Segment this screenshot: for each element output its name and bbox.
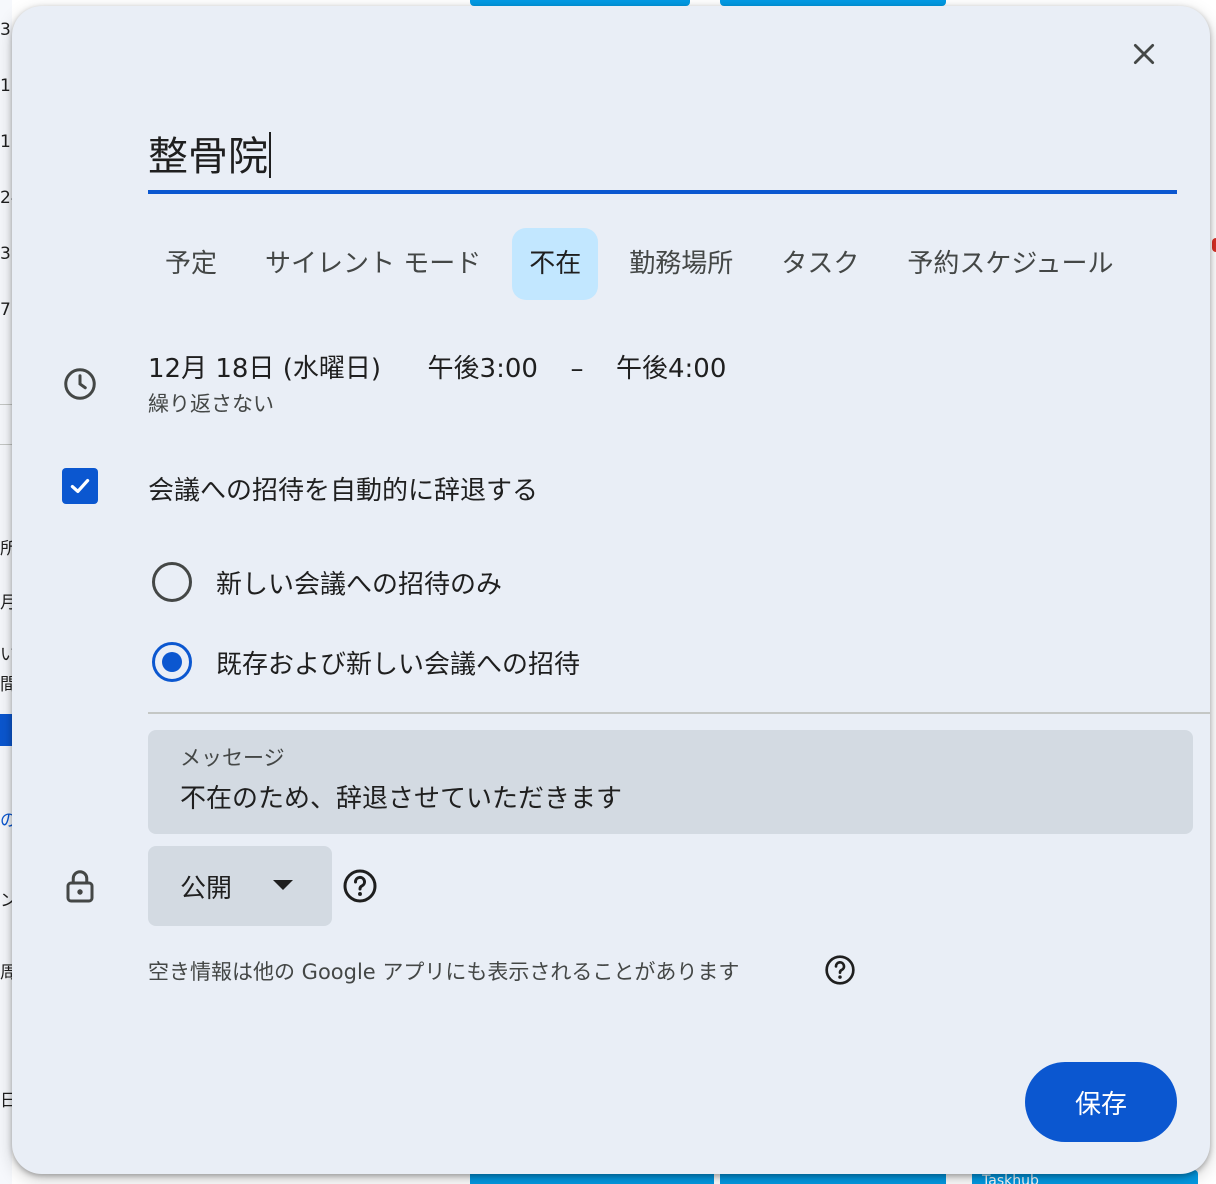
background-side-text: 月 [0, 593, 12, 613]
section-divider [148, 712, 1210, 714]
availability-help-button[interactable] [824, 954, 856, 990]
visibility-value: 公開 [180, 874, 233, 904]
message-field-label: メッセージ [180, 746, 285, 770]
title-input[interactable]: 整骨院 [148, 124, 268, 190]
message-input[interactable]: 不在のため、辞退させていただきます [180, 778, 622, 815]
background-calendar-left-strip: 3 10 17 24 3 7 所 月 い 間 の ン 周 日 [0, 0, 12, 1184]
radio-existing-and-new-invites-label[interactable]: 既存および新しい会議への招待 [216, 644, 580, 681]
time-separator: – [570, 354, 584, 384]
repeat-selector[interactable]: 繰り返さない [148, 388, 274, 418]
background-side-text: 日 [0, 1091, 12, 1111]
background-date-number: 24 [0, 188, 12, 208]
radio-existing-and-new-invites[interactable] [152, 642, 192, 682]
tab-out-of-office[interactable]: 不在 [512, 228, 599, 300]
tab-focus-time[interactable]: サイレント モード [248, 228, 498, 300]
background-selected-item [0, 714, 12, 746]
save-button[interactable]: 保存 [1025, 1062, 1177, 1142]
title-field[interactable]: 整骨院 [148, 124, 1177, 194]
tab-working-location[interactable]: 勤務場所 [612, 228, 750, 300]
clock-icon [60, 364, 100, 404]
event-editor-dialog: 整骨院 予定 サイレント モード 不在 勤務場所 タスク 予約スケジュール 12… [12, 6, 1210, 1174]
radio-new-invites-only-label[interactable]: 新しい会議への招待のみ [216, 564, 502, 601]
background-side-text: 所 [0, 539, 12, 559]
close-icon [1133, 43, 1155, 65]
end-time-picker[interactable]: 午後4:00 [616, 354, 726, 384]
background-date-number: 3 [0, 244, 11, 264]
background-side-text: い [0, 645, 12, 665]
event-type-tabs: 予定 サイレント モード 不在 勤務場所 タスク 予約スケジュール [148, 228, 1131, 300]
background-date-number: 3 [0, 20, 11, 40]
background-side-text: 周 [0, 963, 12, 983]
lock-icon [60, 864, 100, 908]
background-date-number: 7 [0, 300, 11, 320]
background-side-text: ン [0, 891, 12, 911]
help-circle-icon [343, 869, 377, 903]
check-icon [70, 478, 90, 494]
background-divider [0, 444, 12, 445]
close-button[interactable] [1124, 34, 1164, 74]
caret-down-icon [273, 880, 293, 890]
auto-decline-checkbox[interactable] [62, 468, 98, 504]
tab-task[interactable]: タスク [764, 228, 876, 300]
text-caret [269, 132, 271, 178]
help-circle-icon [825, 955, 855, 985]
background-now-indicator [1212, 238, 1216, 252]
background-date-number: 10 [0, 76, 12, 96]
background-date-number: 17 [0, 132, 12, 152]
radio-new-invites-only[interactable] [152, 562, 192, 602]
background-side-text: 間 [0, 675, 12, 695]
tab-appointment-schedule[interactable]: 予約スケジュール [890, 228, 1130, 300]
background-side-text: の [0, 811, 12, 831]
visibility-help-button[interactable] [342, 868, 378, 908]
background-divider [0, 404, 12, 405]
availability-note: 空き情報は他の Google アプリにも表示されることがあります [148, 956, 739, 986]
decline-message-field[interactable]: メッセージ 不在のため、辞退させていただきます [148, 730, 1193, 834]
visibility-dropdown[interactable]: 公開 [148, 846, 332, 926]
availability-note-text: 空き情報は他の Google アプリにも表示されることがあります [148, 960, 740, 984]
start-time-picker[interactable]: 午後3:00 [428, 354, 538, 384]
date-picker[interactable]: 12月 18日 (水曜日) [148, 354, 381, 384]
tab-event[interactable]: 予定 [148, 228, 234, 300]
datetime-row: 12月 18日 (水曜日) 午後3:00 – 午後4:00 [148, 348, 726, 385]
auto-decline-label: 会議への招待を自動的に辞退する [148, 476, 539, 506]
